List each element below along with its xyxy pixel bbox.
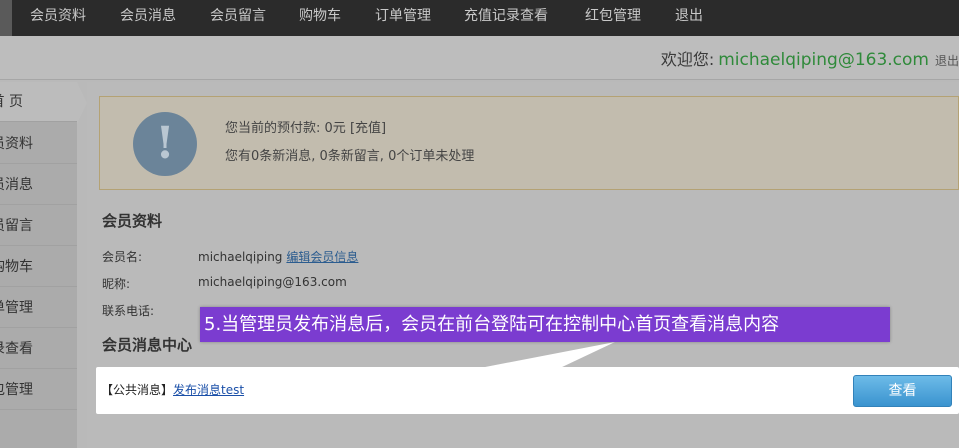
phone-label: 联系电话: — [102, 304, 155, 318]
sidebar-item-shopping-cart[interactable]: 购物车 — [0, 247, 77, 287]
nav-red-packet[interactable]: 红包管理 — [585, 0, 641, 36]
top-navigation: 会员资料 会员消息 会员留言 购物车 订单管理 充值记录查看 红包管理 退出 — [0, 0, 959, 36]
username-row: michaelqiping 编辑会员信息 — [198, 248, 358, 265]
sidebar-item-label: 订单管理 — [0, 300, 33, 316]
exclamation-icon: ! — [133, 112, 197, 176]
balance-text: 您当前的预付款: 0元 — [225, 121, 346, 136]
sidebar-item-member-profile[interactable]: 会员资料 — [0, 124, 77, 164]
logout-link[interactable]: 退出 — [935, 54, 959, 68]
message-item: 【公共消息】发布消息test — [101, 381, 244, 398]
message-link[interactable]: 发布消息test — [173, 383, 244, 397]
sidebar-item-home[interactable]: 首 页 — [0, 82, 77, 122]
username-value: michaelqiping — [198, 250, 283, 264]
nickname-label: 昵称: — [102, 277, 131, 291]
nav-member-messages[interactable]: 会员消息 — [120, 0, 176, 36]
username-label: 会员名: — [102, 250, 143, 264]
recharge-link[interactable]: [充值] — [350, 121, 386, 136]
nav-left-edge — [0, 0, 12, 36]
nickname-value: michaelqiping@163.com — [198, 275, 347, 289]
sidebar-item-label: 购物车 — [0, 259, 33, 275]
sidebar-item-label: 会员留言 — [0, 218, 33, 234]
nav-member-comments[interactable]: 会员留言 — [210, 0, 266, 36]
sidebar-item-member-comments[interactable]: 会员留言 — [0, 206, 77, 246]
active-item-arrow — [77, 82, 87, 124]
sidebar-item-label: 会员资料 — [0, 136, 33, 152]
sidebar-item-label: 充值记录查看 — [0, 341, 33, 357]
sidebar-item-label: 红包管理 — [0, 382, 33, 398]
nav-shopping-cart[interactable]: 购物车 — [299, 0, 341, 36]
summary-text: 您有0条新消息, 0条新留言, 0个订单未处理 — [225, 149, 475, 164]
edit-profile-link[interactable]: 编辑会员信息 — [286, 250, 358, 264]
welcome-label: 欢迎您: — [660, 50, 715, 69]
nav-order-management[interactable]: 订单管理 — [375, 0, 431, 36]
nav-recharge-records[interactable]: 充值记录查看 — [464, 0, 548, 36]
sidebar-item-order-management[interactable]: 订单管理 — [0, 288, 77, 328]
balance-line: 您当前的预付款: 0元 [充值] — [225, 117, 386, 136]
nav-member-profile[interactable]: 会员资料 — [30, 0, 86, 36]
sidebar: 首 页 会员资料 会员消息 会员留言 购物车 订单管理 充值记录查看 红包管理 — [0, 82, 77, 448]
sidebar-item-member-messages[interactable]: 会员消息 — [0, 165, 77, 205]
nav-logout[interactable]: 退出 — [675, 0, 703, 36]
sidebar-item-label: 首 页 — [0, 94, 23, 110]
annotation-callout: 5.当管理员发布消息后，会员在前台登陆可在控制中心首页查看消息内容 — [200, 307, 890, 342]
messages-section-title: 会员消息中心 — [102, 336, 193, 354]
sidebar-item-recharge-records[interactable]: 充值记录查看 — [0, 329, 77, 369]
sidebar-item-label: 会员消息 — [0, 177, 33, 193]
profile-section-title: 会员资料 — [102, 212, 163, 230]
user-email: michaelqiping@163.com — [718, 50, 929, 70]
sidebar-item-red-packet[interactable]: 红包管理 — [0, 370, 77, 410]
message-tag: 【公共消息】 — [101, 383, 174, 397]
view-button[interactable]: 查看 — [853, 375, 952, 407]
welcome-info: 欢迎您: michaelqiping@163.com 退出 — [661, 46, 959, 74]
notice-box — [99, 96, 959, 190]
